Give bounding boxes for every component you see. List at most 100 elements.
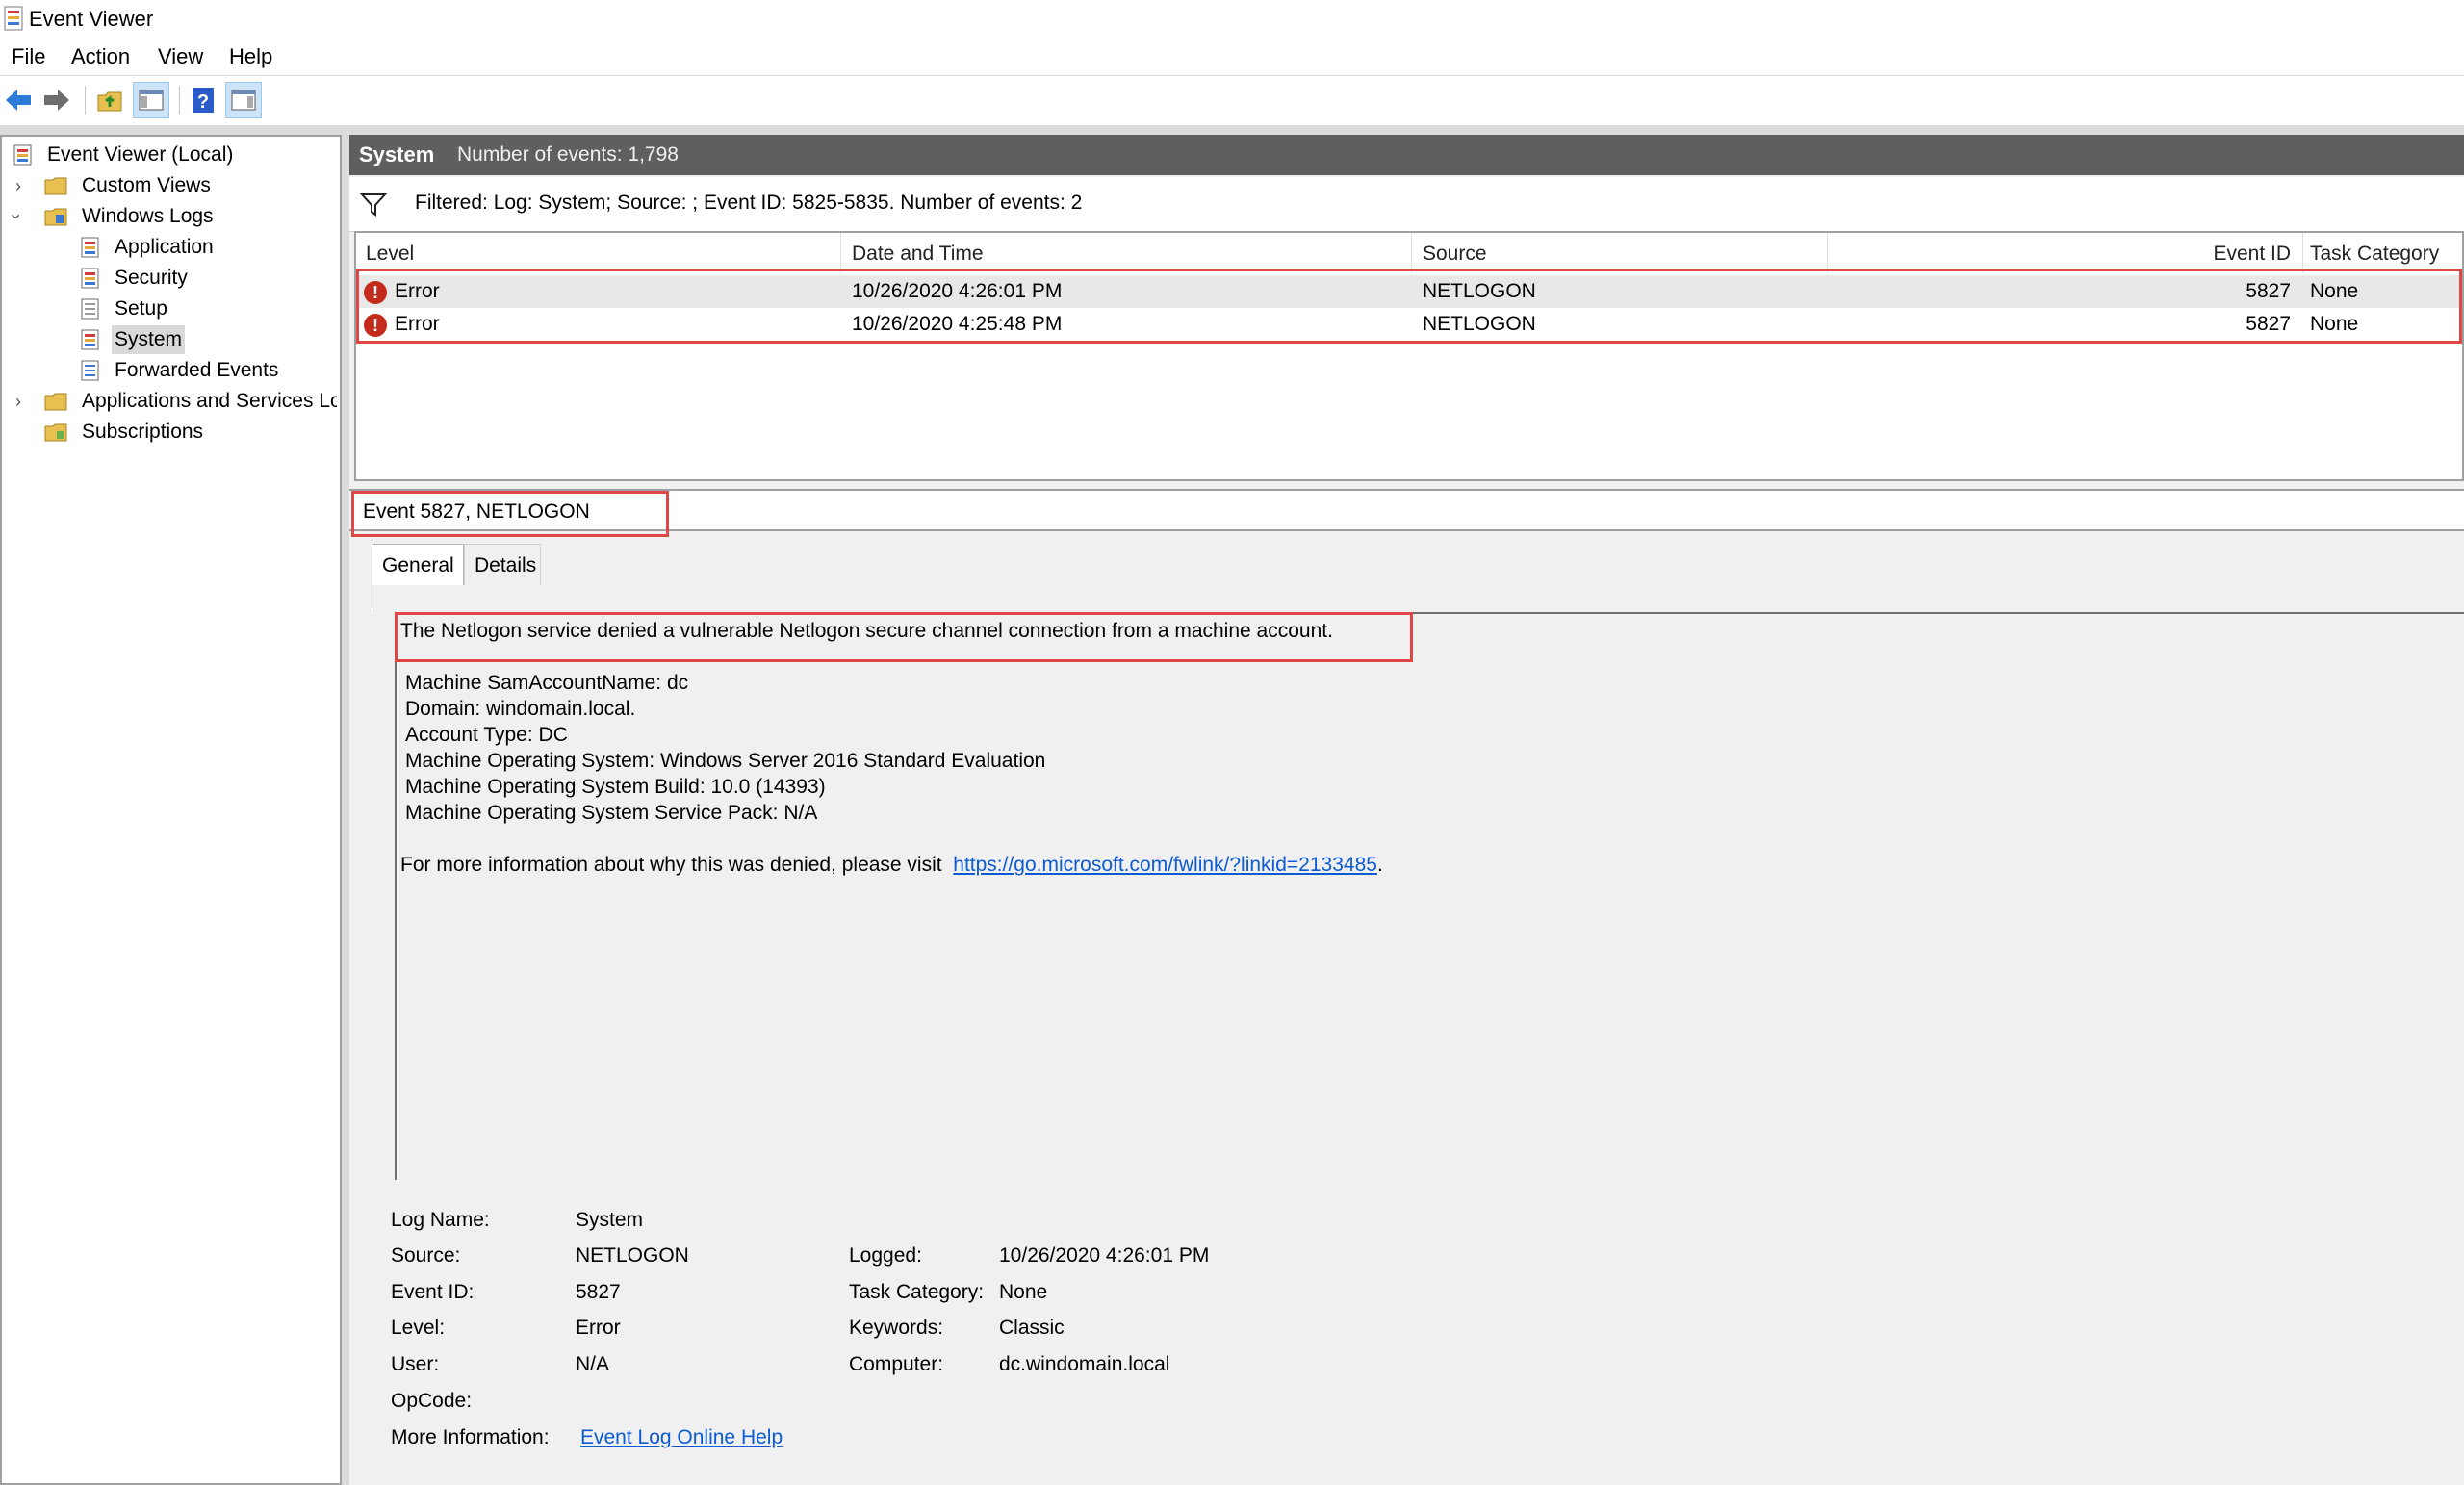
tree-item-event-viewer-local[interactable]: Event Viewer (Local) bbox=[10, 141, 337, 169]
cell-date: 10/26/2020 4:25:48 PM bbox=[852, 313, 1063, 335]
toolbar: ? bbox=[0, 76, 2464, 124]
field-value-user: N/A bbox=[576, 1353, 610, 1375]
forward-arrow-icon bbox=[44, 90, 69, 111]
log-icon bbox=[81, 360, 99, 381]
column-header-source[interactable]: Source bbox=[1423, 241, 1487, 268]
chevron-right-icon[interactable]: › bbox=[15, 171, 21, 200]
field-value-log-name: System bbox=[576, 1209, 644, 1231]
tree-label: Application bbox=[115, 236, 214, 258]
filter-icon bbox=[359, 193, 388, 217]
tree-item-windows-logs[interactable]: › Windows Logs bbox=[7, 202, 337, 231]
field-value-event-id: 5827 bbox=[576, 1281, 621, 1303]
field-label-source: Source: bbox=[391, 1244, 461, 1267]
filter-text: Filtered: Log: System; Source: ; Event I… bbox=[415, 192, 1083, 214]
tree-item-security[interactable]: Security bbox=[10, 264, 337, 293]
tree-label: Event Viewer (Local) bbox=[47, 143, 234, 166]
pane-splitter[interactable] bbox=[342, 135, 349, 1485]
tree-label: System bbox=[112, 325, 186, 354]
column-header-level[interactable]: Level bbox=[366, 241, 414, 268]
tab-details[interactable]: Details bbox=[464, 544, 541, 586]
field-label-user: User: bbox=[391, 1353, 440, 1375]
toolbar-separator bbox=[179, 86, 180, 115]
filter-bar: Filtered: Log: System; Source: ; Event I… bbox=[349, 177, 2464, 232]
tree-label: Custom Views bbox=[82, 174, 211, 196]
folder-icon bbox=[44, 423, 67, 442]
svg-text:?: ? bbox=[197, 91, 209, 113]
menu-file[interactable]: File bbox=[10, 42, 47, 71]
column-divider[interactable] bbox=[1827, 233, 1828, 273]
field-label-computer: Computer: bbox=[849, 1353, 944, 1375]
show-hide-action-pane-icon bbox=[231, 90, 256, 111]
tree-item-application[interactable]: Application bbox=[10, 233, 337, 262]
tree-label: Forwarded Events bbox=[115, 359, 279, 381]
console-tree: Event Viewer (Local) › Custom Views › Wi… bbox=[0, 135, 342, 1485]
log-icon bbox=[81, 329, 99, 350]
field-label-more-information: More Information: bbox=[391, 1426, 550, 1448]
log-header: System Number of events: 1,798 bbox=[349, 135, 2464, 175]
table-row[interactable]: ! Error 10/26/2020 4:26:01 PM NETLOGON 5… bbox=[356, 275, 2462, 308]
more-info-link[interactable]: https://go.microsoft.com/fwlink/?linkid=… bbox=[953, 854, 1377, 876]
tab-general[interactable]: General bbox=[372, 544, 464, 586]
up-one-level-button[interactable] bbox=[92, 82, 129, 118]
cell-level: Error bbox=[395, 280, 440, 302]
cell-task-category: None bbox=[2310, 313, 2359, 335]
field-value-task-category: None bbox=[999, 1281, 1048, 1303]
preview-header: Event 5827, NETLOGON bbox=[349, 489, 2464, 531]
toolbar-border bbox=[0, 125, 2464, 135]
event-message: The Netlogon service denied a vulnerable… bbox=[400, 620, 1333, 642]
error-icon: ! bbox=[364, 281, 387, 304]
column-divider[interactable] bbox=[840, 233, 841, 273]
tree-item-applications-and-services-logs[interactable]: › Applications and Services Lo bbox=[10, 387, 337, 416]
tree-item-custom-views[interactable]: › Custom Views bbox=[10, 171, 337, 200]
help-button[interactable]: ? bbox=[185, 82, 221, 118]
cell-source: NETLOGON bbox=[1423, 280, 1536, 302]
detail-line: Machine SamAccountName: dc bbox=[405, 672, 689, 694]
cell-level: Error bbox=[395, 313, 440, 335]
chevron-right-icon[interactable]: › bbox=[15, 387, 21, 416]
show-hide-action-pane-button[interactable] bbox=[225, 82, 262, 118]
title-bar: Event Viewer bbox=[0, 0, 2464, 38]
field-label-task-category: Task Category: bbox=[849, 1281, 985, 1303]
menu-action[interactable]: Action bbox=[69, 42, 132, 71]
cell-event-id: 5827 bbox=[2246, 313, 2291, 335]
field-label-event-id: Event ID: bbox=[391, 1281, 475, 1303]
cell-date: 10/26/2020 4:26:01 PM bbox=[852, 280, 1063, 302]
chevron-down-icon[interactable]: › bbox=[2, 214, 31, 219]
tree-item-setup[interactable]: Setup bbox=[10, 294, 337, 323]
show-hide-console-tree-button[interactable] bbox=[133, 82, 169, 118]
menu-help[interactable]: Help bbox=[227, 42, 274, 71]
preview-title: Event 5827, NETLOGON bbox=[363, 500, 590, 523]
tree-label: Security bbox=[115, 267, 188, 289]
field-label-keywords: Keywords: bbox=[849, 1317, 944, 1339]
column-header-task-category[interactable]: Task Category bbox=[2310, 241, 2439, 268]
more-info-prefix: For more information about why this was … bbox=[400, 854, 942, 876]
tree-item-system[interactable]: System bbox=[10, 325, 337, 354]
detail-line: Machine Operating System Build: 10.0 (14… bbox=[405, 776, 826, 798]
field-value-level: Error bbox=[576, 1317, 621, 1339]
back-button[interactable] bbox=[0, 82, 37, 118]
field-value-source: NETLOGON bbox=[576, 1244, 689, 1267]
event-log-online-help-link[interactable]: Event Log Online Help bbox=[580, 1424, 783, 1451]
tab-panel bbox=[372, 585, 2464, 612]
detail-line: Account Type: DC bbox=[405, 724, 568, 746]
tree-label: Setup bbox=[115, 297, 167, 320]
column-header-event-id[interactable]: Event ID bbox=[2156, 241, 2291, 268]
tree-item-subscriptions[interactable]: Subscriptions bbox=[10, 418, 337, 447]
back-arrow-icon bbox=[6, 90, 31, 111]
field-value-keywords: Classic bbox=[999, 1317, 1065, 1339]
column-divider[interactable] bbox=[1411, 233, 1412, 273]
log-icon bbox=[81, 237, 99, 258]
menu-view[interactable]: View bbox=[156, 42, 205, 71]
window-title: Event Viewer bbox=[29, 7, 154, 31]
table-row[interactable]: ! Error 10/26/2020 4:25:48 PM NETLOGON 5… bbox=[356, 308, 2462, 341]
tree-item-forwarded-events[interactable]: Forwarded Events bbox=[10, 356, 337, 385]
column-header-date-and-time[interactable]: Date and Time bbox=[852, 241, 984, 268]
forward-button[interactable] bbox=[38, 82, 75, 118]
cell-event-id: 5827 bbox=[2246, 280, 2291, 302]
event-viewer-icon bbox=[13, 144, 32, 166]
cell-task-category: None bbox=[2310, 280, 2359, 302]
column-divider[interactable] bbox=[2302, 233, 2303, 273]
detail-line: Machine Operating System Service Pack: N… bbox=[405, 802, 818, 824]
event-description: The Netlogon service denied a vulnerable… bbox=[395, 612, 2464, 1180]
log-name: System bbox=[359, 142, 435, 166]
